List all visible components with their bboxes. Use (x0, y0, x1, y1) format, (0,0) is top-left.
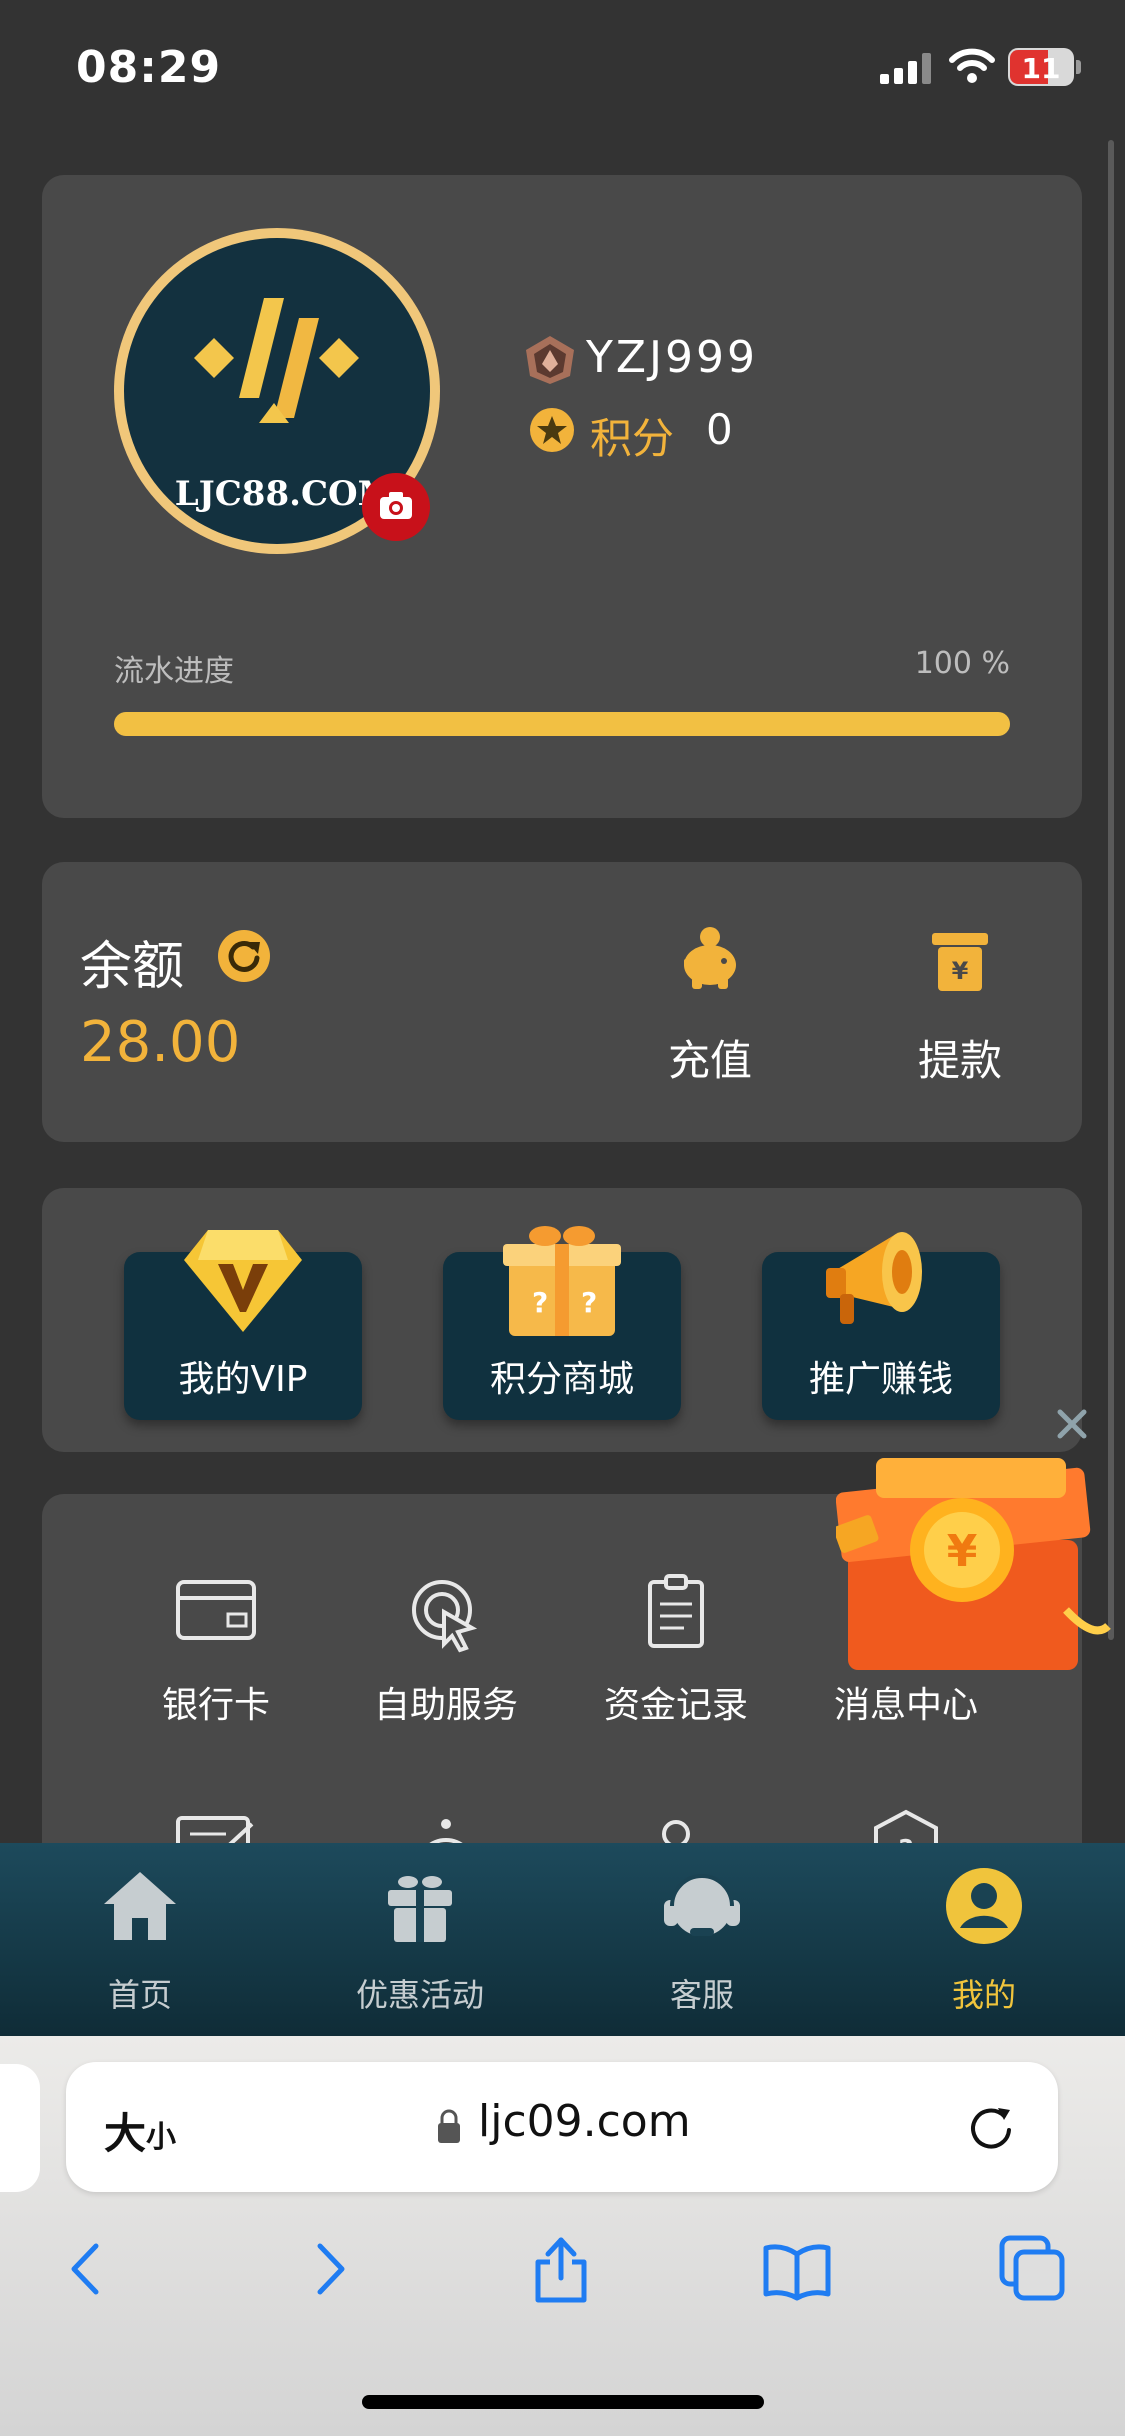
refresh-balance-button[interactable] (218, 930, 270, 982)
forward-icon[interactable] (294, 2234, 364, 2304)
self-service-icon (412, 1580, 478, 1653)
headset-icon (664, 1874, 740, 1936)
battery-cap (1076, 60, 1081, 74)
self-service-label: 自助服务 (373, 1685, 518, 1726)
reload-icon[interactable] (964, 2100, 1018, 2154)
red-envelope-gift-icon[interactable]: ¥ (836, 1440, 1112, 1680)
my-vip-label: 我的VIP (178, 1359, 308, 1400)
withdraw-button[interactable]: ¥ 提款 (890, 925, 1030, 1085)
home-icon (104, 1872, 176, 1940)
page-scrollbar[interactable] (1108, 140, 1114, 1640)
promote-earn-label: 推广赚钱 (808, 1359, 953, 1400)
previous-tab-edge[interactable] (0, 2064, 40, 2192)
nav-promotions[interactable]: 优惠活动 (320, 1866, 520, 2016)
points-value: 0 (706, 405, 733, 454)
diamond-icon (184, 1230, 302, 1332)
status-time: 08:29 (76, 42, 222, 93)
close-icon[interactable] (1052, 1404, 1092, 1444)
refresh-icon (228, 941, 260, 972)
tabs-icon[interactable] (998, 2234, 1068, 2304)
withdraw-label: 提款 (917, 1036, 1002, 1085)
svg-text:?: ? (532, 1286, 548, 1319)
nav-support[interactable]: 客服 (602, 1866, 802, 2016)
turnover-percent: 100 % (914, 646, 1010, 681)
nav-mine-label: 我的 (951, 1976, 1016, 2014)
nav-support-label: 客服 (669, 1976, 734, 2014)
user-icon (946, 1868, 1022, 1944)
bank-card-label: 银行卡 (161, 1685, 270, 1726)
username: YZJ999 (586, 332, 758, 383)
withdraw-atm-icon: ¥ (932, 933, 988, 991)
rank-badge-icon (526, 336, 574, 384)
home-indicator[interactable] (362, 2395, 764, 2409)
nav-promotions-label: 优惠活动 (355, 1976, 484, 2014)
lock-icon (438, 2109, 460, 2143)
svg-text:¥: ¥ (952, 957, 969, 985)
gift-box-icon: ? ? (503, 1226, 621, 1336)
points-mall-label: 积分商城 (489, 1359, 634, 1400)
points-star-icon (530, 408, 574, 452)
piggy-bank-icon (684, 927, 736, 989)
back-icon[interactable] (52, 2234, 122, 2304)
bank-card-icon (176, 1580, 256, 1640)
nav-home[interactable]: 首页 (40, 1866, 240, 2016)
self-service-item[interactable]: 自助服务 (346, 1568, 546, 1728)
balance-label: 余额 (80, 937, 185, 997)
signal-icon (880, 53, 931, 84)
fund-record-item[interactable]: 资金记录 (576, 1568, 776, 1728)
points-label: 积分 (590, 414, 675, 463)
my-vip-tile[interactable]: 我的VIP (124, 1230, 362, 1420)
fund-record-label: 资金记录 (603, 1685, 748, 1726)
wifi-icon (949, 48, 995, 83)
camera-icon (380, 492, 412, 519)
svg-text:¥: ¥ (947, 1526, 978, 1577)
points-mall-tile[interactable]: ? ? 积分商城 (443, 1226, 681, 1420)
change-avatar-button[interactable] (362, 473, 430, 541)
bookmarks-icon[interactable] (762, 2234, 832, 2304)
deposit-button[interactable]: 充值 (640, 925, 780, 1085)
turnover-label: 流水进度 (114, 654, 234, 689)
deposit-label: 充值 (667, 1036, 752, 1085)
battery-percent: 11 (1021, 52, 1061, 85)
nav-home-label: 首页 (107, 1976, 172, 2014)
nav-mine[interactable]: 我的 (884, 1866, 1084, 2016)
bank-card-item[interactable]: 银行卡 (116, 1568, 316, 1728)
text-size-button-small[interactable]: 小 (146, 2112, 176, 2156)
balance-value: 28.00 (80, 1010, 241, 1075)
text-size-button[interactable]: 大 (104, 2100, 146, 2161)
svg-text:?: ? (581, 1286, 597, 1319)
turnover-progress-fill (114, 712, 1010, 736)
clipboard-icon (648, 1574, 704, 1648)
url-text[interactable]: ljc09.com (478, 2096, 691, 2147)
gift-icon (388, 1876, 452, 1942)
promote-earn-tile[interactable]: 推广赚钱 (762, 1232, 1000, 1420)
share-icon[interactable] (526, 2234, 596, 2304)
message-center-label: 消息中心 (833, 1685, 978, 1726)
megaphone-icon (826, 1232, 922, 1324)
